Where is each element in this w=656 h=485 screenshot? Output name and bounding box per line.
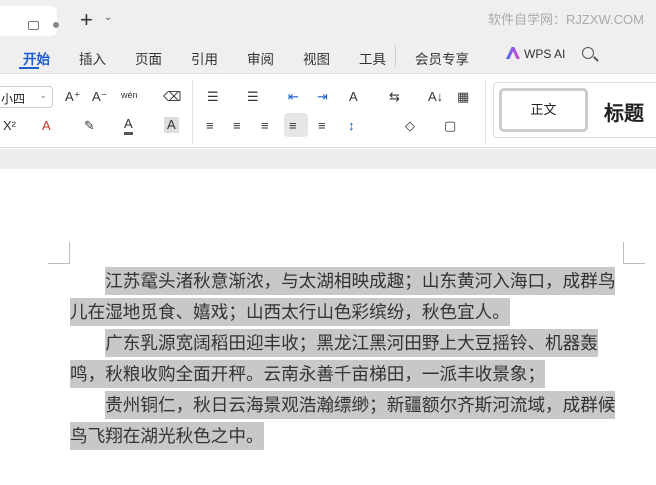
monitor-icon (28, 21, 39, 30)
paragraph[interactable]: 贵州铜仁，秋日云海景观浩瀚缥缈；新疆额尔齐斯河流域，成群候鸟飞翔在湖光秋色之中。 (70, 390, 626, 452)
superscript-button[interactable]: X² (3, 118, 16, 134)
indent-button[interactable]: ⇥ (317, 89, 328, 105)
clear-format-button[interactable]: ⌫ (163, 89, 181, 105)
wps-ai-label: WPS AI (524, 47, 566, 61)
tab-home[interactable]: 开始 (23, 48, 50, 68)
char-shading-button[interactable]: A (164, 117, 179, 133)
tab-page[interactable]: 页面 (135, 48, 162, 68)
document-tab[interactable] (0, 6, 59, 36)
unsaved-dot-icon (53, 22, 59, 28)
margin-marker (623, 242, 645, 264)
search-icon[interactable] (582, 47, 594, 59)
divider (485, 80, 486, 144)
selected-text: 江苏鼋头渚秋意渐浓，与太湖相映成趣；山东黄河入海口，成群鸟儿在湿地觅食、嬉戏；山… (70, 267, 616, 326)
grow-font-button[interactable]: A⁺ (65, 89, 81, 105)
tab-references[interactable]: 引用 (191, 48, 218, 68)
text-effect-button[interactable]: A (42, 118, 51, 134)
font-color-button[interactable]: A (124, 116, 133, 135)
wps-ai-icon (506, 47, 520, 59)
borders-button[interactable]: ▢ (444, 118, 456, 134)
selected-text: 贵州铜仁，秋日云海景观浩瀚缥缈；新疆额尔齐斯河流域，成群候鸟飞翔在湖光秋色之中。 (70, 391, 616, 450)
tab-insert[interactable]: 插入 (79, 48, 106, 68)
new-tab-menu-button[interactable]: ⌄ (104, 12, 112, 23)
active-tab-indicator (19, 67, 39, 69)
style-heading[interactable]: 标题 (604, 97, 644, 126)
chevron-down-icon: ⌄ (39, 90, 47, 100)
document-body[interactable]: 江苏鼋头渚秋意渐浓，与太湖相映成趣；山东黄河入海口，成群鸟儿在湿地觅食、嬉戏；山… (70, 266, 626, 452)
align-left-button[interactable]: ≡ (206, 118, 214, 134)
font-size-value: 小四 (1, 92, 26, 106)
distributed-button[interactable]: ≡ (318, 118, 326, 134)
line-spacing-button[interactable]: ↕ (348, 118, 355, 134)
phonetic-guide-button[interactable]: wén (121, 87, 138, 103)
highlight-button[interactable]: ✎ (84, 118, 95, 134)
tab-review[interactable]: 审阅 (247, 48, 274, 68)
bullets-button[interactable]: ☰ (207, 89, 219, 105)
tab-view[interactable]: 视图 (303, 48, 330, 68)
selected-text: 广东乳源宽阔稻田迎丰收；黑龙江黑河田野上大豆摇铃、机器轰鸣，秋粮收购全面开秤。云… (70, 329, 598, 388)
table-button[interactable]: ▦ (457, 89, 469, 105)
margin-marker (48, 242, 70, 264)
title-bar: + ⌄ 软件自学网：RJZXW.COM (0, 0, 656, 40)
justify-button[interactable]: ≡ (289, 118, 297, 134)
outdent-button[interactable]: ⇤ (288, 89, 299, 105)
align-center-button[interactable]: ≡ (233, 118, 241, 134)
new-tab-button[interactable]: + (80, 7, 93, 33)
align-right-button[interactable]: ≡ (261, 118, 269, 134)
watermark: 软件自学网：RJZXW.COM (488, 12, 644, 27)
divider (192, 80, 193, 144)
tab-tools[interactable]: 工具 (359, 48, 386, 68)
shading-button[interactable]: ◇ (405, 118, 415, 134)
wps-ai-button[interactable]: WPS AI (506, 47, 565, 61)
paragraph[interactable]: 广东乳源宽阔稻田迎丰收；黑龙江黑河田野上大豆摇铃、机器轰鸣，秋粮收购全面开秤。云… (70, 328, 626, 390)
text-direction-button[interactable]: ⇆ (389, 89, 400, 105)
tab-member[interactable]: 会员专享 (415, 48, 469, 68)
paragraph[interactable]: 江苏鼋头渚秋意渐浓，与太湖相映成趣；山东黄河入海口，成群鸟儿在湿地觅食、嬉戏；山… (70, 266, 626, 328)
divider (395, 45, 396, 67)
workspace-background (0, 149, 656, 169)
numbering-button[interactable]: ☰ (247, 89, 259, 105)
style-normal[interactable]: 正文 (499, 88, 588, 132)
shrink-font-button[interactable]: A⁻ (92, 89, 108, 105)
char-spacing-button[interactable]: A (349, 89, 358, 105)
sort-button[interactable]: A↓ (428, 89, 443, 105)
font-size-select[interactable]: 小四 ⌄ (0, 86, 53, 108)
